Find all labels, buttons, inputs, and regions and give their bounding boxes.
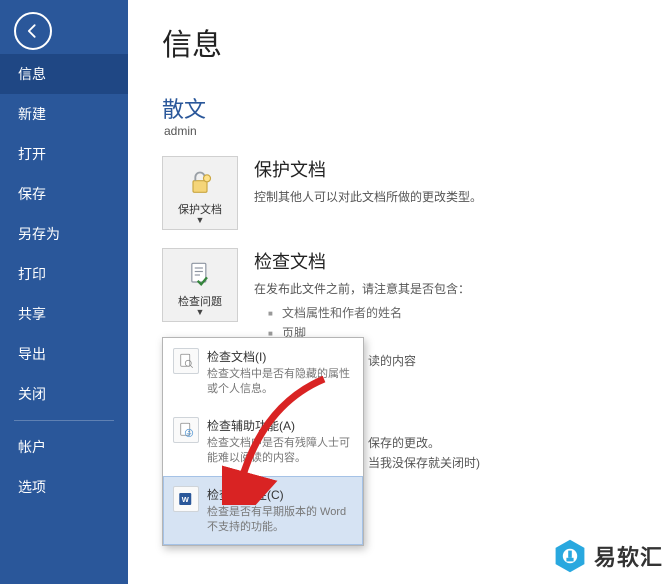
nav-open[interactable]: 打开 [0,134,128,174]
document-path: admin [164,124,647,138]
inspect-row: 检查问题 ▼ 检查文档 在发布此文件之前，请注意其是否包含： 文档属性和作者的姓… [162,248,647,343]
check-accessibility-item[interactable]: 检查辅助功能(A) 检查文档中是否有残障人士可能难以阅读的内容。 [163,407,363,476]
nav-close[interactable]: 关闭 [0,374,128,414]
chevron-down-icon: ▼ [196,307,205,317]
arrow-left-icon [23,21,43,41]
protect-heading: 保护文档 [254,156,647,182]
nav-label: 信息 [18,64,46,84]
nav-label: 另存为 [18,224,60,244]
nav-label: 打开 [18,144,46,164]
nav-info[interactable]: 信息 [0,54,128,94]
dd-title: 检查文档(I) [207,348,353,365]
nav-separator [14,420,114,421]
inspect-item: 文档属性和作者的姓名 [268,303,647,323]
accessibility-icon [173,417,199,443]
dd-title: 检查辅助功能(A) [207,417,353,434]
nav-label: 共享 [18,304,46,324]
nav-label: 帐户 [18,437,46,457]
backstage-sidebar: 信息 新建 打开 保存 另存为 打印 共享 导出 关闭 帐户 选项 [0,0,128,584]
protect-document-tile[interactable]: 保护文档 ▼ [162,156,238,230]
watermark: 易软汇 [552,538,663,574]
dd-desc: 检查文档中是否有隐藏的属性或个人信息。 [207,367,353,397]
inspect-heading: 检查文档 [254,248,647,274]
overflow-text: 读的内容 [368,352,416,369]
nav-label: 关闭 [18,384,46,404]
overflow-text: 保存的更改。 [368,434,440,451]
nav-save[interactable]: 保存 [0,174,128,214]
check-issues-tile[interactable]: 检查问题 ▼ [162,248,238,322]
dd-desc: 检查文档中是否有残障人士可能难以阅读的内容。 [207,436,353,466]
inspect-document-item[interactable]: 检查文档(I) 检查文档中是否有隐藏的属性或个人信息。 [163,338,363,407]
nav-label: 新建 [18,104,46,124]
nav-label: 选项 [18,477,46,497]
protect-row: 保护文档 ▼ 保护文档 控制其他人可以对此文档所做的更改类型。 [162,156,647,230]
inspect-desc: 在发布此文件之前，请注意其是否包含： [254,280,647,297]
hex-logo-icon [552,538,588,574]
overflow-text: 当我没保存就关闭时) [368,454,480,471]
nav-label: 保存 [18,184,46,204]
nav-new[interactable]: 新建 [0,94,128,134]
nav-account[interactable]: 帐户 [0,427,128,467]
chevron-down-icon: ▼ [196,215,205,225]
back-button[interactable] [14,12,52,50]
svg-text:W: W [182,495,190,504]
nav-label: 导出 [18,344,46,364]
nav-print[interactable]: 打印 [0,254,128,294]
document-search-icon [173,348,199,374]
word-compat-icon: W [173,486,199,512]
document-check-icon [186,261,214,289]
dd-desc: 检查是否有早期版本的 Word 不支持的功能。 [207,505,353,535]
nav-export[interactable]: 导出 [0,334,128,374]
nav-saveas[interactable]: 另存为 [0,214,128,254]
lock-icon [186,169,214,197]
check-issues-dropdown: 检查文档(I) 检查文档中是否有隐藏的属性或个人信息。 检查辅助功能(A) 检查… [162,337,364,546]
nav-share[interactable]: 共享 [0,294,128,334]
check-compatibility-item[interactable]: W 检查兼容性(C) 检查是否有早期版本的 Word 不支持的功能。 [163,476,363,545]
page-title: 信息 [162,20,647,64]
nav-options[interactable]: 选项 [0,467,128,507]
nav-label: 打印 [18,264,46,284]
document-title: 散文 [162,92,647,124]
dd-title: 检查兼容性(C) [207,486,353,503]
protect-desc: 控制其他人可以对此文档所做的更改类型。 [254,188,647,205]
watermark-text: 易软汇 [594,540,663,572]
